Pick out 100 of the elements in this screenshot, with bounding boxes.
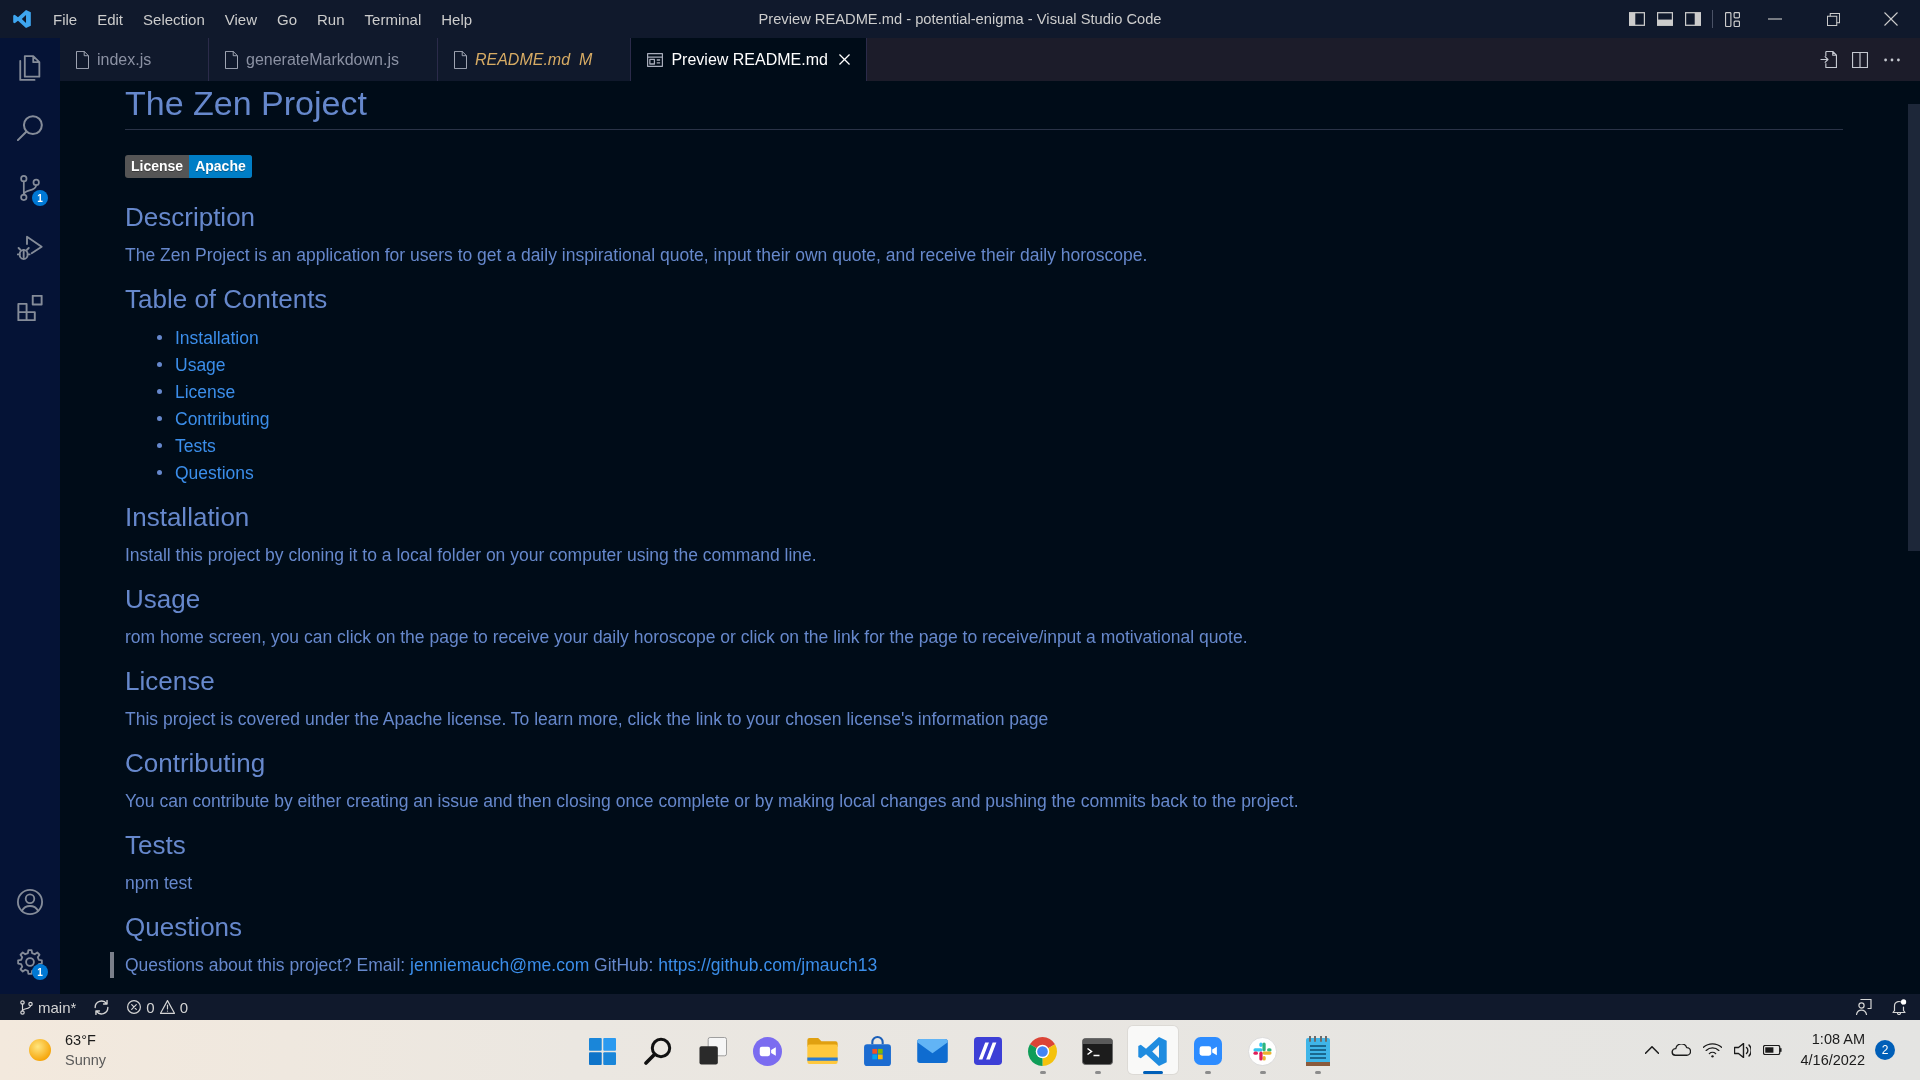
weather-temperature: 63°F <box>65 1031 97 1050</box>
restore-icon[interactable] <box>1826 12 1840 26</box>
license-badge: License Apache <box>125 155 252 178</box>
paragraph-text: npm test <box>125 872 193 895</box>
terminal-icon <box>1082 1037 1113 1065</box>
sync-icon[interactable] <box>94 999 110 1015</box>
warning-icon <box>159 1000 175 1014</box>
weather-condition: Sunny <box>65 1051 107 1070</box>
menu-item[interactable]: Run <box>307 10 355 28</box>
panel-left-icon[interactable] <box>1629 12 1645 26</box>
split-editor-icon[interactable] <box>1852 51 1868 68</box>
vscode-icon <box>1138 1036 1167 1066</box>
error-icon <box>127 1000 142 1014</box>
toc-link[interactable]: Installation <box>175 324 259 351</box>
bullet-icon <box>157 470 162 475</box>
vscode-logo-icon <box>13 10 31 28</box>
source-control-icon[interactable] <box>17 175 43 201</box>
scrollbar-thumb[interactable] <box>1908 104 1920 551</box>
notification-count[interactable]: 2 <box>1875 1040 1895 1060</box>
feedback-icon[interactable] <box>1856 999 1872 1015</box>
section-heading: Table of Contents <box>125 284 328 314</box>
menu-item[interactable]: Edit <box>87 10 134 28</box>
file-icon <box>453 50 467 69</box>
section-heading: Questions <box>125 912 243 942</box>
toc-link[interactable]: Contributing <box>175 405 270 432</box>
file-arrow-icon[interactable] <box>1819 51 1837 68</box>
link[interactable]: jenniemauch@me.com <box>410 955 590 975</box>
start-icon <box>589 1037 616 1065</box>
menu-item[interactable]: File <box>43 10 88 28</box>
notepad-icon <box>1305 1036 1330 1066</box>
bullet-icon <box>157 389 162 394</box>
toc-link[interactable]: Tests <box>175 432 216 459</box>
search-icon <box>643 1037 672 1065</box>
files-icon[interactable] <box>17 55 43 81</box>
bullet-icon <box>157 416 162 421</box>
speaker-icon[interactable] <box>1734 1042 1752 1058</box>
layout-grid-icon[interactable] <box>1724 11 1740 27</box>
bullet-icon <box>157 443 162 448</box>
sun-icon <box>29 1039 51 1061</box>
search-icon[interactable] <box>17 115 43 141</box>
link[interactable]: https://github.com/jmauch13 <box>658 955 878 975</box>
extensions-icon[interactable] <box>17 295 43 321</box>
paragraph-text: rom home screen, you can click on the page to receive your daily horoscope or click on the link for the page to receive/input a motivational quote. <box>125 626 1248 649</box>
toc-link[interactable]: Usage <box>175 351 226 378</box>
count-badge: 1 <box>32 964 48 980</box>
store-icon <box>864 1036 891 1066</box>
toc-link[interactable]: Questions <box>175 459 254 486</box>
bullet-icon <box>157 362 162 367</box>
toc-link[interactable]: License <box>175 378 236 405</box>
section-heading: Installation <box>125 502 250 532</box>
more-icon[interactable] <box>1884 57 1900 62</box>
section-heading: Description <box>125 202 256 232</box>
file-icon <box>76 50 89 69</box>
editor-tab[interactable]: generateMarkdown.js <box>209 38 438 81</box>
problems-status[interactable]: 0 0 <box>122 994 194 1020</box>
slack-icon <box>1248 1036 1277 1066</box>
menu-item[interactable]: Go <box>267 10 307 28</box>
branch-status[interactable]: main* <box>15 994 82 1020</box>
task-view-icon <box>698 1037 727 1065</box>
section-heading: Contributing <box>125 748 266 778</box>
clock-time[interactable]: 1:08 AM <box>1811 1029 1865 1050</box>
chrome-icon <box>1028 1036 1057 1066</box>
document-title: The Zen Project <box>125 83 367 123</box>
close-icon[interactable] <box>1884 12 1898 26</box>
mail-icon <box>917 1039 948 1063</box>
menu-item[interactable]: Terminal <box>354 10 432 28</box>
battery-icon[interactable] <box>1763 1045 1783 1055</box>
window-title: Preview README.md - potential-enigma - Visual Studio Code <box>758 11 1162 27</box>
paragraph-text: You can contribute by either creating an issue and then closing once complete or by making local changes and pushing the commits back to the project. <box>125 790 1299 813</box>
zoom-icon <box>1193 1037 1222 1065</box>
panel-bottom-icon[interactable] <box>1657 12 1673 26</box>
paragraph-text: This project is covered under the Apache license. To learn more, click the link to your chosen license's information page <box>125 708 1049 731</box>
chevron-up-icon[interactable] <box>1645 1046 1660 1054</box>
wifi-icon[interactable] <box>1703 1042 1723 1058</box>
paragraph-text: The Zen Project is an application for users to get a daily inspirational quote, input their own quote, and receive their daily horoscope. <box>125 244 1148 267</box>
section-heading: Usage <box>125 584 201 614</box>
menu-item[interactable]: Selection <box>133 10 215 28</box>
bullet-icon <box>157 335 162 340</box>
menu-item[interactable]: View <box>214 10 267 28</box>
panel-right-icon[interactable] <box>1685 12 1701 26</box>
editor-tab[interactable]: Preview README.md <box>631 38 867 81</box>
preview-icon <box>647 52 664 67</box>
section-heading: Tests <box>125 830 186 860</box>
chat-icon <box>753 1036 782 1066</box>
blockquote-text: Questions about this project? Email: jenniemauch@me.com GitHub: https://github.com/jmauch13 <box>125 954 878 977</box>
editor-tab[interactable]: index.js <box>60 38 209 81</box>
bell-icon[interactable] <box>1892 999 1907 1015</box>
file-icon <box>225 50 238 69</box>
settings-gear-icon[interactable] <box>17 949 43 975</box>
cloud-icon[interactable] <box>1671 1044 1692 1056</box>
editor-tab[interactable]: README.md M <box>437 38 632 81</box>
clock-date[interactable]: 4/16/2022 <box>1800 1050 1865 1071</box>
paragraph-text: Install this project by cloning it to a local folder on your computer using the command line. <box>125 544 817 567</box>
branch-icon <box>20 999 33 1015</box>
menu-item[interactable]: Help <box>431 10 483 28</box>
folder-icon <box>807 1038 838 1064</box>
count-badge: 1 <box>32 190 48 206</box>
account-icon[interactable] <box>17 889 43 915</box>
run-debug-icon[interactable] <box>17 235 43 261</box>
section-heading: License <box>125 666 215 696</box>
